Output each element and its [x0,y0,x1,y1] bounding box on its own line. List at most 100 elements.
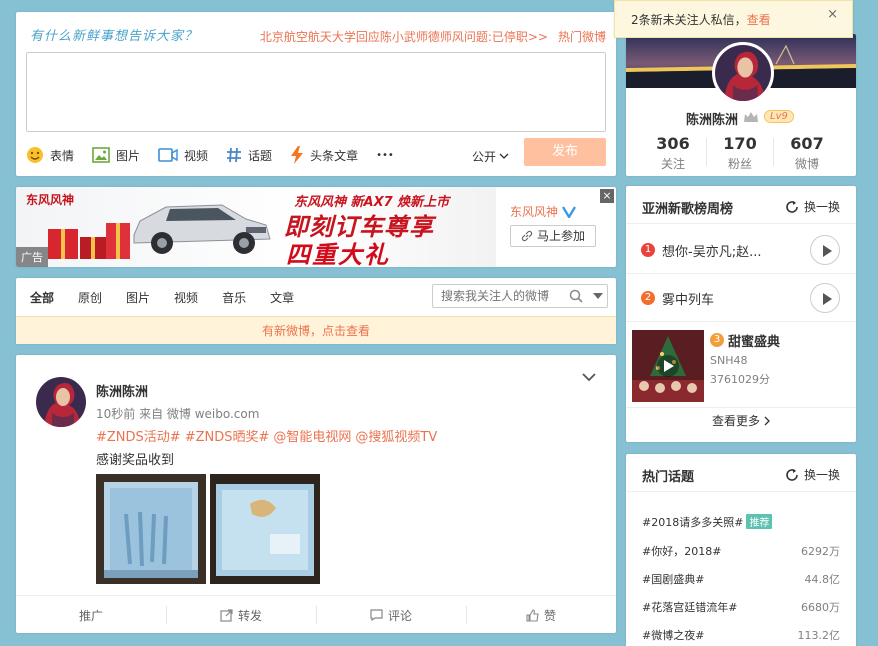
avatar-image [715,45,771,101]
stat-followers[interactable]: 170 粉丝 [707,134,773,172]
post-mention-link[interactable]: @智能电视网 [273,430,351,445]
featured-song[interactable]: 3 甜蜜盛典 SNH48 3761029分 [626,326,856,408]
ad-slogan-sub: 四重大礼 [286,241,390,267]
topic-item[interactable]: #花落宫廷错流年# 6680万 [642,599,840,615]
hot-weibo-link[interactable]: 热门微博 [558,30,606,44]
visibility-select[interactable]: 公开 [472,148,509,165]
play-button[interactable] [810,283,840,313]
hot-topics-title: 热门话题 [642,470,695,485]
featured-song-cover[interactable] [632,330,704,402]
caret-down-icon[interactable] [593,293,603,299]
post-author-avatar[interactable] [36,377,86,427]
like-button[interactable]: 赞 [466,596,616,634]
ad-join-button[interactable]: 马上参加 [510,225,596,247]
chevron-down-icon [499,153,509,159]
album-cover-image [632,330,704,402]
play-icon [823,245,832,257]
topic-count: 6680万 [801,601,840,614]
recommend-badge: 推荐 [746,514,773,529]
hot-topics-box: 热门话题 换一换 #2018请多多关照# 推荐 #你好，2018# 6292万 #… [626,454,856,646]
topic-item[interactable]: #微博之夜# 113.2亿 [642,627,840,643]
repost-icon [220,608,233,622]
music-refresh-label: 换一换 [803,200,840,214]
music-chart-title: 亚洲新歌榜周榜 [642,202,734,217]
featured-song-title: 甜蜜盛典 [728,335,781,350]
post-photo-1[interactable] [96,474,206,584]
play-button[interactable] [810,235,840,265]
post-tag-link[interactable]: #ZNDS活动# [96,430,181,445]
composer-textarea[interactable] [26,52,606,132]
feed-tabs: 全部 原创 图片 视频 音乐 文章 [30,289,318,305]
stat-followers-value: 170 [723,134,757,153]
refresh-icon [786,200,798,213]
ad-image[interactable]: 东风风神 东风风神 新AX7 焕新上市 即刻订车尊享 四重大礼 广告 [16,187,496,267]
private-message-notice: 2条新未关注人私信，查看 × [614,0,853,38]
music-chart-box: 亚洲新歌榜周榜 换一换 1 想你-吴亦凡;赵... 2 雾中列车 3 甜蜜盛典 … [626,186,856,442]
music-refresh-button[interactable]: 换一换 [785,198,840,215]
gift-boxes-image [48,223,130,259]
post-tags: #ZNDS活动# #ZNDS晒奖# @智能电视网 @搜狐视频TV [96,426,441,445]
topic-button[interactable]: 话题 [226,147,272,164]
repost-label: 转发 [237,608,262,623]
publish-button[interactable]: 发布 [524,138,606,166]
topic-item[interactable]: #国剧盛典# 44.8亿 [642,571,840,587]
stat-following[interactable]: 306 关注 [640,134,706,172]
post-mention-link[interactable]: @搜狐视频TV [355,430,437,445]
headline-article-button[interactable]: 头条文章 [290,146,358,164]
tab-videos[interactable]: 视频 [174,289,198,306]
search-icon[interactable] [569,289,583,303]
chevron-right-icon [764,416,770,425]
ad-close-button[interactable]: × [600,189,614,203]
post-tag-link[interactable]: #ZNDS晒奖# [185,430,270,445]
topics-refresh-button[interactable]: 换一换 [785,466,840,483]
level-badge[interactable]: Lv9 [764,110,794,123]
like-label: 赞 [543,608,556,623]
comment-button[interactable]: 评论 [316,596,466,634]
composer-toolbar: 表情 图片 视频 话题 头条文章 ••• [26,145,412,165]
emoji-button[interactable]: 表情 [26,146,74,164]
promote-button[interactable]: 推广 [16,596,166,634]
feed-filter-bar: 全部 原创 图片 视频 音乐 文章 有新微博，点击查看 [16,278,616,344]
tab-all[interactable]: 全部 [30,289,54,306]
notice-view-link[interactable]: 查看 [747,13,771,27]
picture-button[interactable]: 图片 [92,147,140,164]
view-more-link[interactable]: 查看更多 [626,412,856,429]
post-author-name[interactable]: 陈洲陈洲 [96,381,148,400]
advertiser-name[interactable]: 东风风神 [510,203,577,220]
more-tools-button[interactable]: ••• [376,150,394,161]
hot-topic-link-area: 北京航空航天大学回应陈小武师德师风问题:已停职>> 热门微博 [250,28,606,45]
video-button[interactable]: 视频 [158,147,208,164]
post-photo-2[interactable] [210,474,320,584]
video-label: 视频 [184,148,209,163]
topic-name: #微博之夜# [642,629,705,642]
feed-search-box [432,284,608,308]
song-item[interactable]: 2 雾中列车 [626,274,856,322]
picture-icon [92,147,110,163]
profile-name[interactable]: 陈洲陈洲 [686,109,738,128]
post-menu-chevron-icon[interactable] [582,373,596,382]
view-more-label: 查看更多 [711,414,760,428]
ad-brand-logo: 东风风神 [26,193,75,207]
tab-pictures[interactable]: 图片 [126,289,150,306]
refresh-icon [786,468,798,481]
song-item[interactable]: 1 想你-吴亦凡;赵... [626,226,856,274]
hot-news-link[interactable]: 北京航空航天大学回应陈小武师德师风问题:已停职>> [260,30,548,44]
song-rank: 1 [641,243,655,257]
repost-button[interactable]: 转发 [166,596,316,634]
tab-articles[interactable]: 文章 [270,289,294,306]
feed-search-input[interactable] [441,285,565,307]
profile-avatar[interactable] [712,42,774,104]
ad-banner[interactable]: 东风风神 东风风神 新AX7 焕新上市 即刻订车尊享 四重大礼 广告 东风风神 … [16,187,616,267]
topic-item[interactable]: #2018请多多关照# 推荐 [642,514,840,530]
notice-close-button[interactable]: × [827,7,838,22]
stat-posts[interactable]: 607 微博 [774,134,840,172]
topic-count: 113.2亿 [797,629,841,642]
topic-item[interactable]: #你好，2018# 6292万 [642,543,840,559]
post-actions: 推广 转发 评论 赞 [16,595,616,633]
song-rank: 2 [641,291,655,305]
post-text: 感谢奖品收到 [96,453,175,468]
new-posts-notice[interactable]: 有新微博，点击查看 [16,316,616,344]
tab-music[interactable]: 音乐 [222,289,246,306]
topic-name: #花落宫廷错流年# [642,601,738,614]
tab-original[interactable]: 原创 [78,289,102,306]
